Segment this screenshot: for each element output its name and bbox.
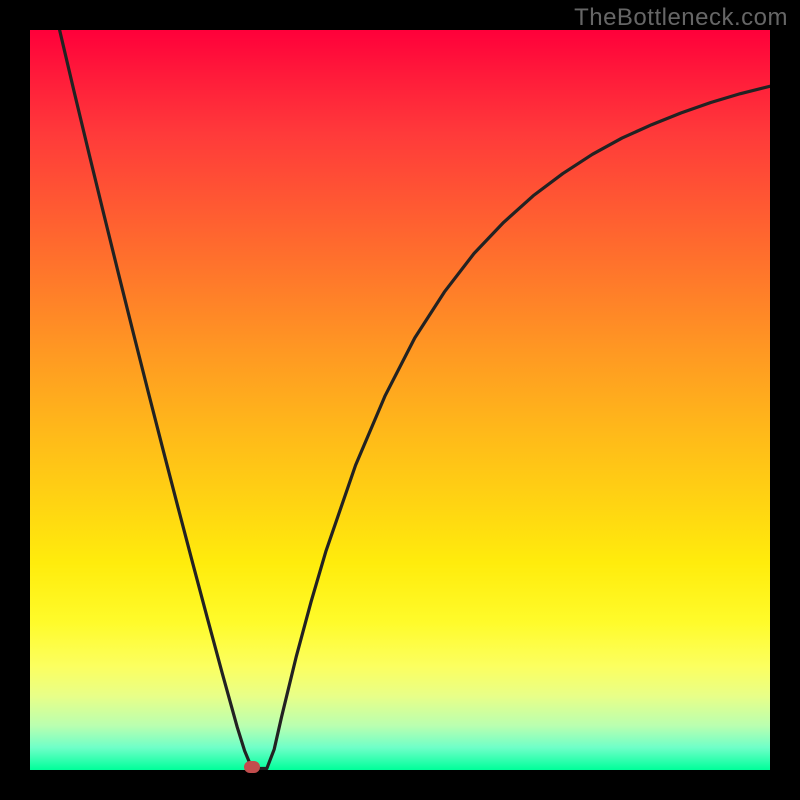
curve-layer (30, 30, 770, 770)
plot-area (30, 30, 770, 770)
chart-frame: TheBottleneck.com (0, 0, 800, 800)
watermark-label: TheBottleneck.com (574, 4, 788, 32)
bottleneck-curve (60, 30, 770, 769)
optimum-marker (244, 761, 260, 773)
